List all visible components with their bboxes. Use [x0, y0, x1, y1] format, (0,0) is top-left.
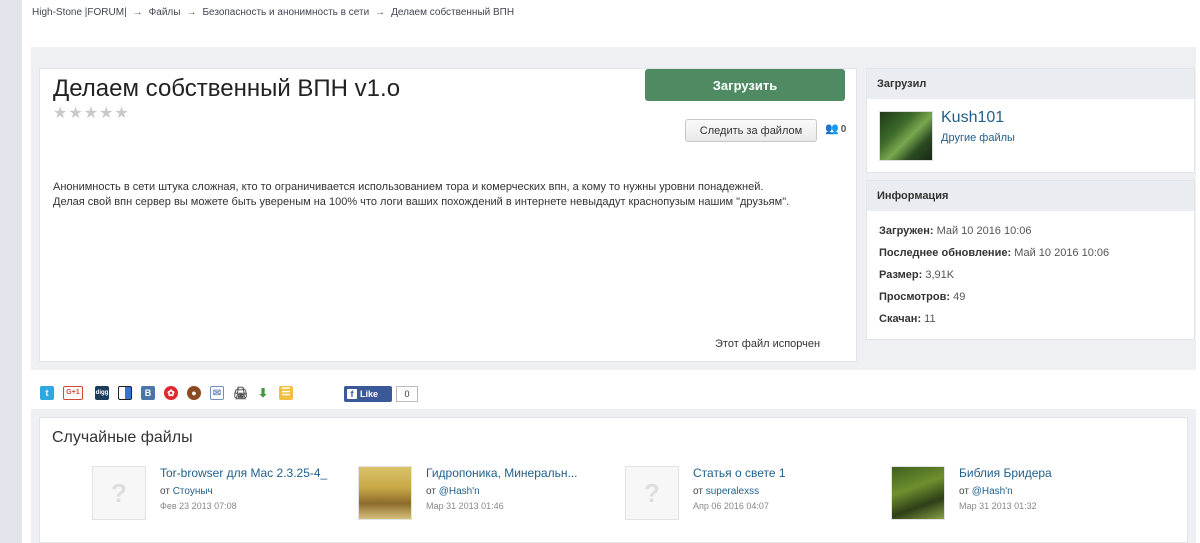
breadcrumb-separator: → — [186, 7, 197, 18]
google-plus-icon[interactable]: G+1 — [63, 386, 83, 400]
breadcrumb-current[interactable]: Делаем собственный ВПН — [391, 7, 514, 18]
breadcrumb-separator: → — [375, 7, 386, 18]
file-thumbnail[interactable]: ? — [625, 466, 679, 520]
random-file-date: Апр 06 2016 04:07 — [693, 501, 769, 511]
facebook-like-count: 0 — [396, 386, 418, 402]
uploader-panel: Загрузил Kush101 Другие файлы — [866, 68, 1195, 173]
file-thumbnail[interactable] — [358, 466, 412, 520]
description-paragraph: Анонимность в сети штука сложная, кто то… — [53, 181, 764, 193]
random-file-author: от @Hash'n — [959, 486, 1013, 497]
random-file-date: Мар 31 2013 01:32 — [959, 501, 1037, 511]
digg-icon[interactable]: digg — [95, 386, 109, 400]
download-icon[interactable]: ⬇ — [256, 386, 270, 400]
author-link[interactable]: superalexss — [706, 486, 759, 497]
info-panel: Информация Загружен: Май 10 2016 10:06 П… — [866, 180, 1195, 340]
page-content: High-Stone |FORUM| → Файлы → Безопасность и … — [22, 0, 1200, 543]
random-files-panel: Случайные файлы ? Tor-browser для Mac 2.… — [39, 417, 1188, 543]
random-file-link[interactable]: Статья о свете 1 — [693, 466, 786, 480]
left-gutter — [0, 0, 22, 543]
file-title: Делаем собственный ВПН v1.o — [53, 75, 401, 102]
other-files-link[interactable]: Другие файлы — [941, 132, 1015, 144]
info-label: Размер: — [879, 269, 923, 281]
breadcrumb-separator: → — [132, 7, 143, 18]
author-prefix: от — [959, 486, 969, 497]
twitter-icon[interactable]: t — [40, 386, 54, 400]
report-broken-link[interactable]: Этот файл испорчен — [715, 338, 820, 350]
random-file-link[interactable]: Библия Бридера — [959, 466, 1052, 480]
random-file-date: Мар 31 2013 01:46 — [426, 501, 504, 511]
odnoklassniki-icon[interactable]: ● — [187, 386, 201, 400]
random-file-author: от superalexss — [693, 486, 759, 497]
uploader-header: Загрузил — [867, 69, 1194, 99]
followers-count-value: 0 — [840, 124, 847, 135]
question-icon: ? — [111, 478, 127, 508]
info-value: Май 10 2016 10:06 — [1014, 247, 1110, 259]
info-value: 3,91K — [925, 269, 955, 281]
breadcrumb: High-Stone |FORUM| → Файлы → Безопасность и … — [32, 7, 514, 18]
random-file-link[interactable]: Tor-browser для Mac 2.3.25-4_ — [160, 466, 327, 480]
random-file-item: Гидропоника, Минеральн... от @Hash'n Мар… — [358, 466, 618, 524]
facebook-like-button[interactable]: f Like — [344, 386, 392, 402]
author-link[interactable]: @Hash'n — [972, 486, 1013, 497]
feed-icon[interactable]: ☰ — [279, 386, 293, 400]
breadcrumb-files[interactable]: Файлы — [149, 7, 181, 18]
info-views: Просмотров: 49 — [879, 286, 1194, 308]
info-label: Скачан: — [879, 313, 922, 325]
info-label: Просмотров: — [879, 291, 951, 303]
email-icon[interactable]: ✉ — [210, 386, 224, 400]
author-prefix: от — [426, 486, 436, 497]
random-file-item: Библия Бридера от @Hash'n Мар 31 2013 01… — [891, 466, 1151, 524]
vkontakte-icon[interactable]: B — [141, 386, 155, 400]
info-uploaded: Загружен: Май 10 2016 10:06 — [879, 220, 1194, 242]
random-file-date: Фев 23 2013 07:08 — [160, 501, 237, 511]
file-description: Анонимность в сети штука сложная, кто то… — [53, 180, 843, 210]
author-link[interactable]: @Hash'n — [439, 486, 480, 497]
file-thumbnail[interactable]: ? — [92, 466, 146, 520]
random-file-item: ? Статья о свете 1 от superalexss Апр 06… — [625, 466, 885, 524]
random-file-author: от Стоуныч — [160, 486, 213, 497]
download-button[interactable]: Загрузить — [645, 69, 845, 101]
breadcrumb-forum[interactable]: High-Stone |FORUM| — [32, 7, 127, 18]
author-prefix: от — [693, 486, 703, 497]
random-file-link[interactable]: Гидропоника, Минеральн... — [426, 466, 577, 480]
random-file-item: ? Tor-browser для Mac 2.3.25-4_ от Стоун… — [92, 466, 352, 524]
random-files-title: Случайные файлы — [52, 429, 193, 446]
info-label: Загружен: — [879, 225, 934, 237]
file-main-panel: Делаем собственный ВПН v1.o ★★★★★ Загруз… — [39, 68, 857, 362]
bookmark-icon[interactable]: ✿ — [164, 386, 178, 400]
info-size: Размер: 3,91K — [879, 264, 1194, 286]
description-paragraph: Делая свой впн сервер вы можете быть уве… — [53, 196, 790, 208]
file-section: Делаем собственный ВПН v1.o ★★★★★ Загруз… — [31, 47, 1196, 370]
info-label: Последнее обновление: — [879, 247, 1012, 259]
follow-file-button[interactable]: Следить за файлом — [685, 119, 817, 142]
delicious-icon[interactable] — [118, 386, 132, 400]
info-value: 49 — [953, 291, 966, 303]
avatar[interactable] — [879, 111, 933, 161]
uploader-name-link[interactable]: Kush101 — [941, 109, 1004, 127]
followers-count[interactable]: 👥 0 — [825, 122, 846, 135]
info-downloads: Скачан: 11 — [879, 308, 1194, 330]
info-value: 11 — [924, 313, 936, 325]
facebook-like-label: Like — [360, 389, 379, 399]
author-prefix: от — [160, 486, 170, 497]
question-icon: ? — [644, 478, 660, 508]
users-icon: 👥 — [825, 123, 839, 135]
file-thumbnail[interactable] — [891, 466, 945, 520]
random-file-author: от @Hash'n — [426, 486, 480, 497]
author-link[interactable]: Стоуныч — [173, 486, 213, 497]
random-files-section: Случайные файлы ? Tor-browser для Mac 2.… — [31, 409, 1196, 543]
rating-stars[interactable]: ★★★★★ — [53, 103, 130, 123]
info-header: Информация — [867, 181, 1194, 211]
info-updated: Последнее обновление: Май 10 2016 10:06 — [879, 242, 1194, 264]
info-list: Загружен: Май 10 2016 10:06 Последнее об… — [867, 211, 1194, 330]
breadcrumb-category[interactable]: Безопасность и анонимность в сети — [202, 7, 369, 18]
info-value: Май 10 2016 10:06 — [936, 225, 1032, 237]
facebook-icon: f — [347, 389, 357, 399]
print-icon[interactable]: 🖨 — [233, 386, 248, 400]
